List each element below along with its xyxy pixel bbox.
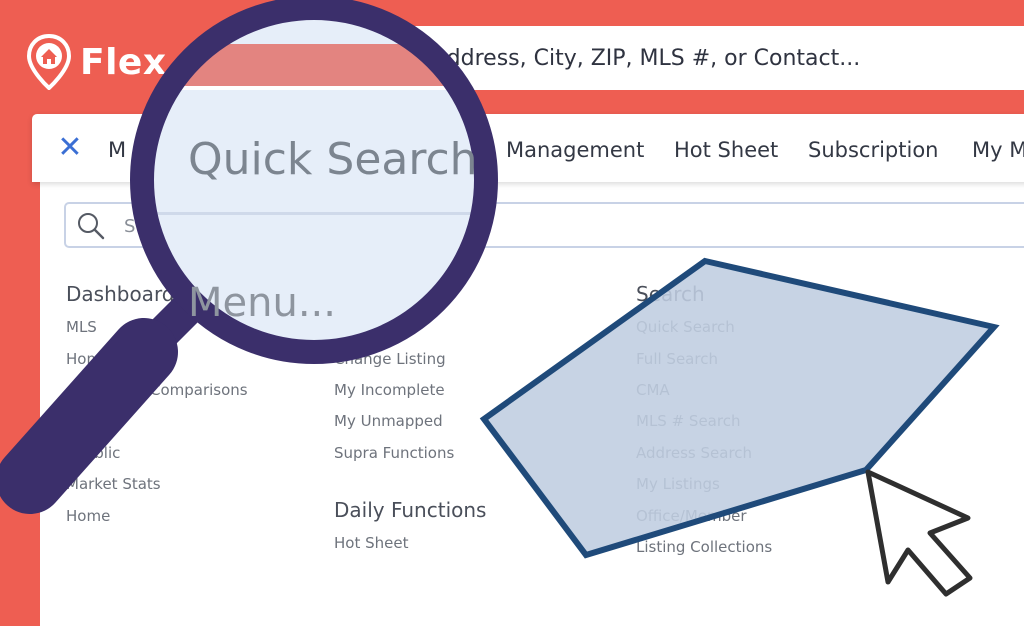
- brand-name: Flex: [80, 41, 167, 83]
- menu-item-my-unmapped[interactable]: My Unmapped: [334, 412, 443, 430]
- menu-item-supra-functions[interactable]: Supra Functions: [334, 444, 454, 462]
- tab-my-more[interactable]: My M: [972, 138, 1024, 162]
- tab-subscription[interactable]: Subscription: [808, 138, 938, 162]
- search-heading: Search: [636, 282, 705, 306]
- menu-item-my-incomplete[interactable]: My Incomplete: [334, 381, 445, 399]
- menu-search-fragment: S: [124, 216, 136, 237]
- menu-tabbar: ✕ M Management Hot Sheet Subscription My…: [32, 114, 1024, 182]
- menu-item-quick-search[interactable]: Quick Search: [636, 318, 735, 336]
- search-icon: [76, 211, 106, 246]
- menu-item-my-listings[interactable]: My Listings: [636, 475, 720, 493]
- menu-item-address-search[interactable]: Address Search: [636, 444, 752, 462]
- menu-item-comparisons[interactable]: Comparisons: [150, 381, 248, 399]
- menu-item-office-member[interactable]: Office/Member: [636, 507, 747, 525]
- menu-item-market-stats[interactable]: Market Stats: [66, 475, 161, 493]
- menu-item-change-listing[interactable]: Change Listing: [334, 350, 446, 368]
- close-icon[interactable]: ✕: [56, 133, 84, 163]
- menu-item-cma[interactable]: CMA: [636, 381, 670, 399]
- tab-hot-sheet[interactable]: Hot Sheet: [674, 138, 778, 162]
- menu-item-listing-collections[interactable]: Listing Collections: [636, 538, 772, 556]
- global-search-input[interactable]: Address, City, ZIP, MLS #, or Contact...: [250, 26, 1024, 90]
- global-search-placeholder: Address, City, ZIP, MLS #, or Contact...: [432, 45, 861, 71]
- menu-item-mls-search[interactable]: MLS # Search: [636, 412, 740, 430]
- brand-logo[interactable]: Flex: [26, 33, 167, 91]
- menu-panel: [40, 114, 1024, 626]
- menu-item-home[interactable]: Home: [66, 350, 110, 368]
- magnified-quick-search: Quick Search: [188, 134, 478, 185]
- tab-management[interactable]: Management: [506, 138, 644, 162]
- dashboard-heading: Dashboard: [66, 282, 175, 306]
- daily-functions-heading: Daily Functions: [334, 498, 487, 522]
- home-pin-icon: [26, 33, 72, 91]
- menu-item-public[interactable]: Public: [76, 444, 120, 462]
- tab-fragment[interactable]: M: [108, 138, 126, 162]
- magnified-menu-text: Menu...: [188, 280, 336, 326]
- menu-item-mls[interactable]: MLS: [66, 318, 97, 336]
- menu-search-input[interactable]: S: [64, 202, 1024, 248]
- menu-item-hot-sheet[interactable]: Hot Sheet: [334, 534, 408, 552]
- menu-item-full-search[interactable]: Full Search: [636, 350, 718, 368]
- menu-item-home-2[interactable]: Home: [66, 507, 110, 525]
- middle-heading: ce: [430, 282, 454, 306]
